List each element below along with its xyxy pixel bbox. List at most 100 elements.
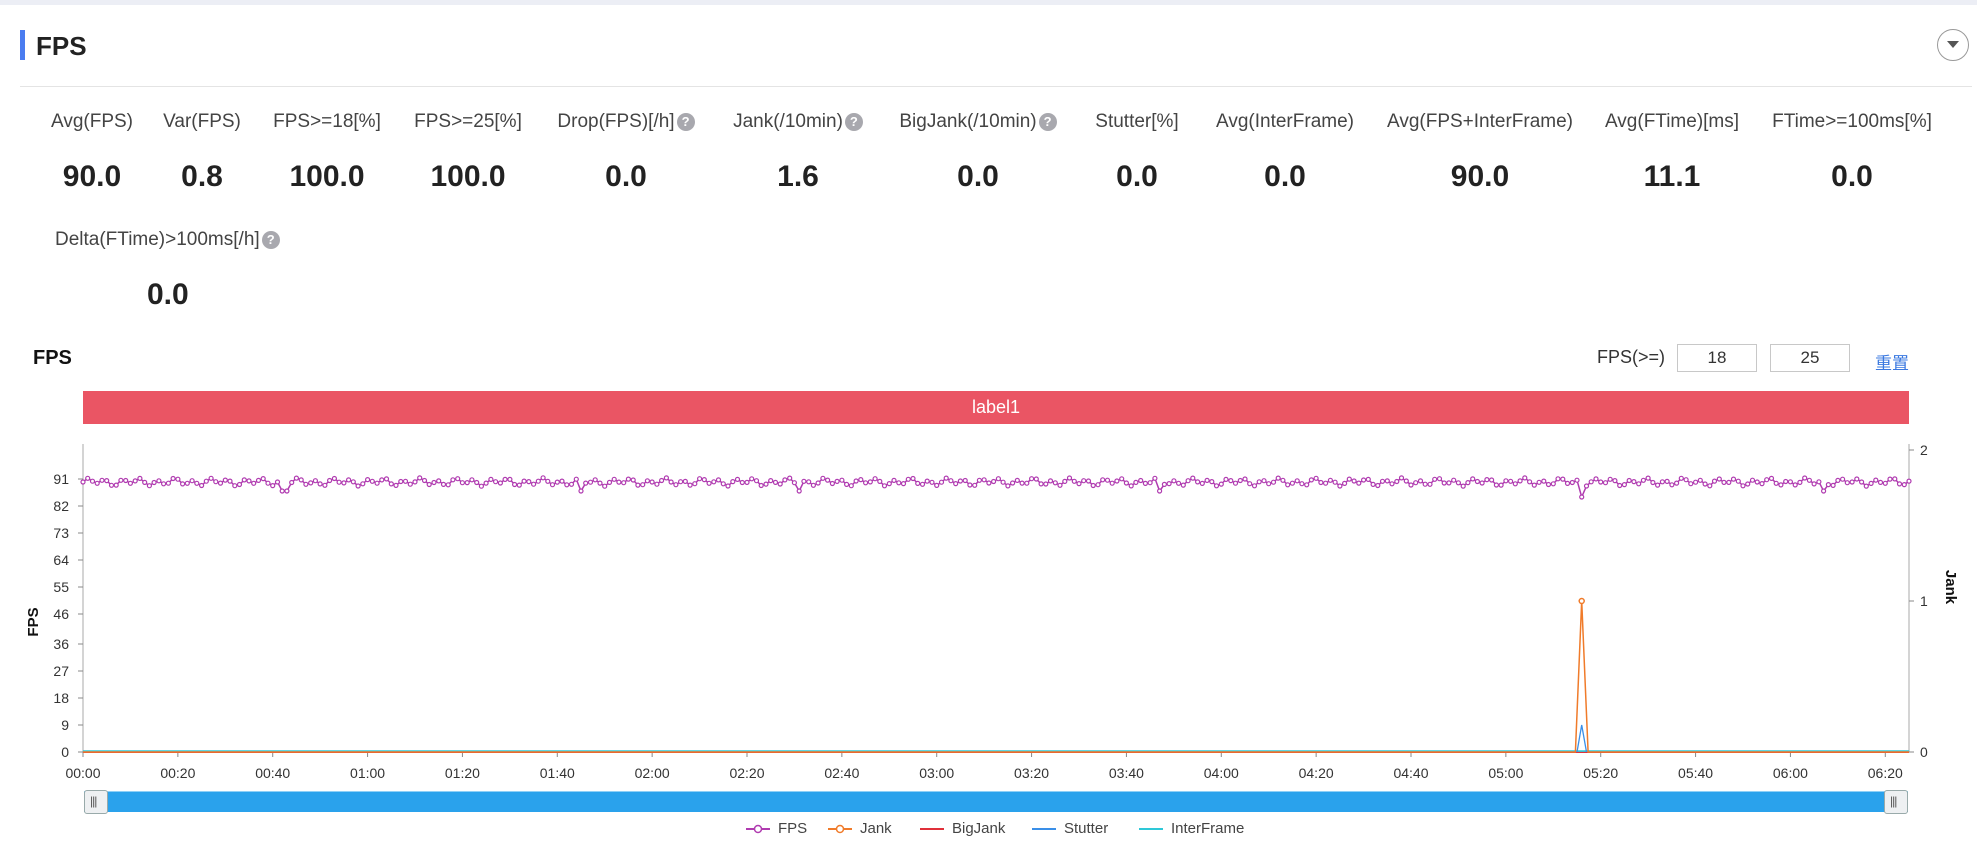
legend-label: BigJank <box>952 820 1006 837</box>
fps-point <box>1251 483 1258 489</box>
fps-point <box>1322 480 1329 486</box>
legend-item-bigjank[interactable]: BigJank <box>920 820 1005 837</box>
fps-chart: 0 9 18 27 36 46 55 64 73 82 91 0 1 2 00:00 00:20 00:40 01… <box>25 442 1959 781</box>
zoom-slider-track[interactable] <box>84 792 1908 812</box>
fps-point <box>208 475 214 481</box>
fps-point <box>1465 479 1471 486</box>
fps-point <box>180 481 186 487</box>
fps-point <box>877 478 883 485</box>
fps-point <box>1232 480 1239 486</box>
fps-point <box>1726 479 1732 486</box>
fps-point <box>303 481 309 487</box>
y-tick-label: 36 <box>53 636 69 652</box>
fps-point <box>184 480 190 486</box>
fps-point <box>924 478 930 484</box>
fps-point <box>1417 478 1424 484</box>
fps-point <box>820 475 826 481</box>
fps-point <box>905 476 911 482</box>
legend-item-fps[interactable]: FPS <box>746 820 807 837</box>
legend-marker-icon <box>746 824 770 833</box>
fps-point <box>346 477 352 483</box>
fps-point <box>293 475 299 481</box>
fps-point <box>972 482 978 488</box>
fps-point <box>602 483 608 489</box>
fps-point <box>1394 478 1400 485</box>
fps-point <box>540 475 546 481</box>
legend-marker-icon <box>1032 827 1056 830</box>
title-accent-bar <box>20 30 25 60</box>
fps-point <box>1427 481 1433 487</box>
fps-point <box>1455 480 1462 486</box>
fps-point <box>1223 476 1229 483</box>
fps-point <box>1778 482 1784 488</box>
x-tick-label: 05:00 <box>1488 765 1523 781</box>
fps-point <box>578 488 584 494</box>
fps-point <box>744 479 750 486</box>
fps-point <box>402 478 409 484</box>
fps-point <box>350 479 356 485</box>
zoom-slider-left-handle[interactable] <box>84 790 108 814</box>
fps-point <box>668 479 674 485</box>
fps-point <box>1242 476 1248 482</box>
fps-point <box>1503 478 1509 484</box>
fps-point <box>1199 480 1205 487</box>
fps-point <box>564 482 570 488</box>
fps-point <box>1104 477 1111 483</box>
fps-point <box>1745 481 1751 487</box>
fps-point <box>1384 478 1390 484</box>
fps-point <box>151 479 157 486</box>
legend-item-interframe[interactable]: InterFrame <box>1139 820 1244 837</box>
fps-point <box>635 482 641 488</box>
fps-point <box>1398 475 1405 481</box>
fps-threshold-input-1[interactable] <box>1677 344 1757 372</box>
fps-point <box>1602 480 1609 486</box>
fps-point <box>1081 478 1087 484</box>
fps-point <box>1432 476 1438 482</box>
fps-point <box>412 479 418 485</box>
fps-point <box>1090 482 1096 489</box>
reset-link[interactable]: 重置 <box>1875 349 1909 374</box>
fps-point <box>1768 475 1775 482</box>
fps-point <box>146 483 152 489</box>
fps-point <box>393 482 399 489</box>
fps-point <box>1517 478 1523 484</box>
x-tick-label: 06:20 <box>1868 765 1903 781</box>
legend-item-stutter[interactable]: Stutter <box>1032 820 1108 837</box>
collapse-button[interactable] <box>1937 29 1969 61</box>
fps-point <box>777 481 783 487</box>
fps-point <box>1332 479 1338 485</box>
metric-label-text: Avg(InterFrame) <box>1216 111 1354 132</box>
fps-point <box>445 482 451 488</box>
fps-point <box>1711 478 1718 484</box>
metric-label-text: FTime>=100ms[%] <box>1772 111 1932 132</box>
help-icon[interactable]: ? <box>261 231 280 249</box>
fps-point <box>327 477 333 484</box>
top-strip <box>0 0 1977 5</box>
fps-point <box>1673 480 1680 486</box>
fps-point <box>497 480 503 486</box>
fps-point <box>1194 479 1201 485</box>
fps-point <box>673 482 679 488</box>
fps-point <box>1631 478 1637 485</box>
fps-point <box>853 478 859 484</box>
fps-point <box>1318 479 1324 486</box>
fps-point <box>426 481 432 488</box>
metric-label-text: Avg(FPS+InterFrame) <box>1386 111 1573 132</box>
fps-point <box>677 479 684 485</box>
fps-point <box>227 478 233 484</box>
fps-point <box>810 482 817 488</box>
fps-point <box>284 488 290 494</box>
legend-item-jank[interactable]: Jank <box>828 820 892 837</box>
fps-point <box>1062 478 1068 485</box>
fps-point <box>967 482 973 488</box>
fps-point <box>274 479 281 485</box>
fps-point <box>995 476 1002 482</box>
legend-marker-icon <box>828 824 852 833</box>
fps-threshold-input-2[interactable] <box>1770 344 1850 372</box>
fps-point <box>763 481 769 487</box>
zoom-slider-right-handle[interactable] <box>1884 790 1908 814</box>
fps-point <box>1138 477 1144 484</box>
fps-point <box>1019 480 1025 486</box>
fps-point <box>535 478 541 484</box>
fps-point <box>1370 481 1376 488</box>
